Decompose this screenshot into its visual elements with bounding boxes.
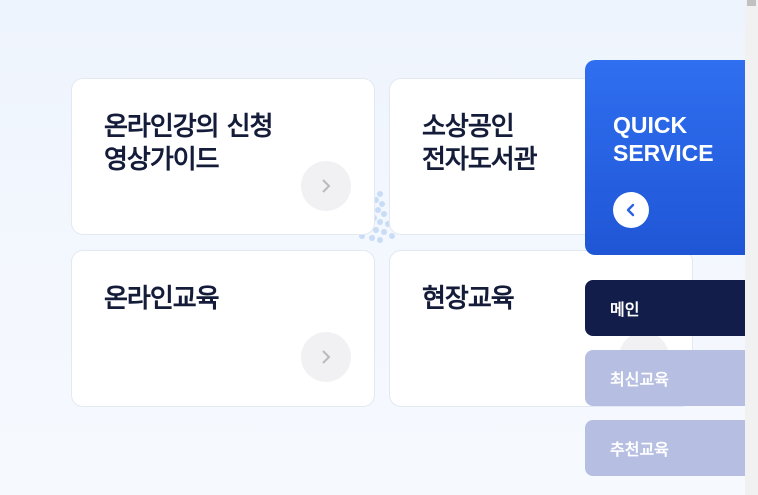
quick-service-toggle-button[interactable] [613,192,649,228]
quick-service-item-latest[interactable]: 최신교육 [585,350,745,406]
card-title: 온라인교육 [104,284,220,314]
quick-service-item-label: 메인 [610,300,640,319]
card-online-lecture-guide[interactable]: 온라인강의 신청 영상가이드 [71,78,375,235]
card-title: 온라인강의 신청 영상가이드 [104,112,273,175]
quick-service-panel: QUICK SERVICE [585,60,745,255]
quick-service-item-recommended[interactable]: 추천교육 [585,420,745,476]
quick-service-title: QUICK SERVICE [613,112,714,166]
chevron-left-icon [626,203,635,217]
card-online-education[interactable]: 온라인교육 [71,250,375,407]
vertical-scrollbar[interactable] [745,0,758,495]
card-title: 소상공인 전자도서관 [422,112,538,175]
quick-service-item-main[interactable]: 메인 [585,280,745,336]
quick-service-item-label: 추천교육 [610,440,669,459]
chevron-right-icon [322,179,331,193]
card-title: 현장교육 [422,284,515,314]
chevron-right-icon [322,350,331,364]
card-arrow-button[interactable] [301,332,351,382]
card-arrow-button[interactable] [301,161,351,211]
scrollbar-thumb[interactable] [747,0,756,6]
quick-service-item-label: 최신교육 [610,370,669,389]
